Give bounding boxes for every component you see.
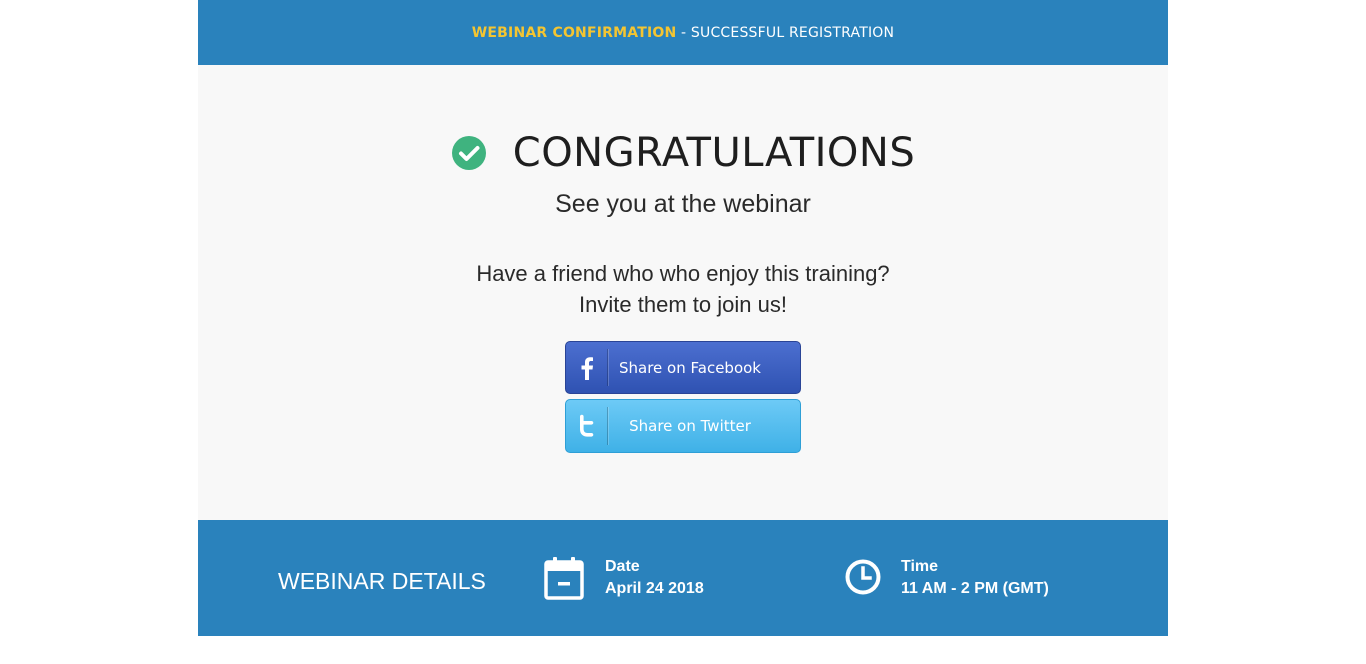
twitter-icon <box>566 400 607 452</box>
congratulations-row: CONGRATULATIONS <box>198 129 1168 177</box>
clock-icon <box>845 559 881 600</box>
invite-text: Have a friend who who enjoy this trainin… <box>198 258 1168 320</box>
time-value: 11 AM - 2 PM (GMT) <box>901 580 1049 597</box>
webinar-details-bar: WEBINAR DETAILS Date April 24 2018 Time … <box>198 520 1168 636</box>
main-content: CONGRATULATIONS See you at the webinar H… <box>198 65 1168 520</box>
header-bar: WEBINAR CONFIRMATION - SUCCESSFUL REGIST… <box>198 0 1168 65</box>
subtitle: See you at the webinar <box>555 190 811 218</box>
share-twitter-label: Share on Twitter <box>629 417 751 435</box>
confirmation-page: WEBINAR CONFIRMATION - SUCCESSFUL REGIST… <box>198 0 1168 636</box>
share-twitter-button[interactable]: Share on Twitter <box>565 399 801 453</box>
time-label: Time <box>901 558 939 575</box>
invite-line-1: Have a friend who who enjoy this trainin… <box>476 261 890 286</box>
page-title: CONGRATULATIONS <box>512 130 916 176</box>
header-status: - SUCCESSFUL REGISTRATION <box>676 24 895 41</box>
date-label: Date <box>605 558 640 575</box>
facebook-icon <box>566 342 607 393</box>
check-circle-icon <box>451 135 487 171</box>
share-facebook-label: Share on Facebook <box>619 358 761 377</box>
invite-line-2: Invite them to join us! <box>579 292 787 317</box>
calendar-icon <box>544 556 584 605</box>
details-title: WEBINAR DETAILS <box>278 568 486 594</box>
date-value: April 24 2018 <box>605 580 704 597</box>
header-highlight: WEBINAR CONFIRMATION <box>471 24 677 41</box>
share-facebook-button[interactable]: Share on Facebook <box>565 341 801 394</box>
